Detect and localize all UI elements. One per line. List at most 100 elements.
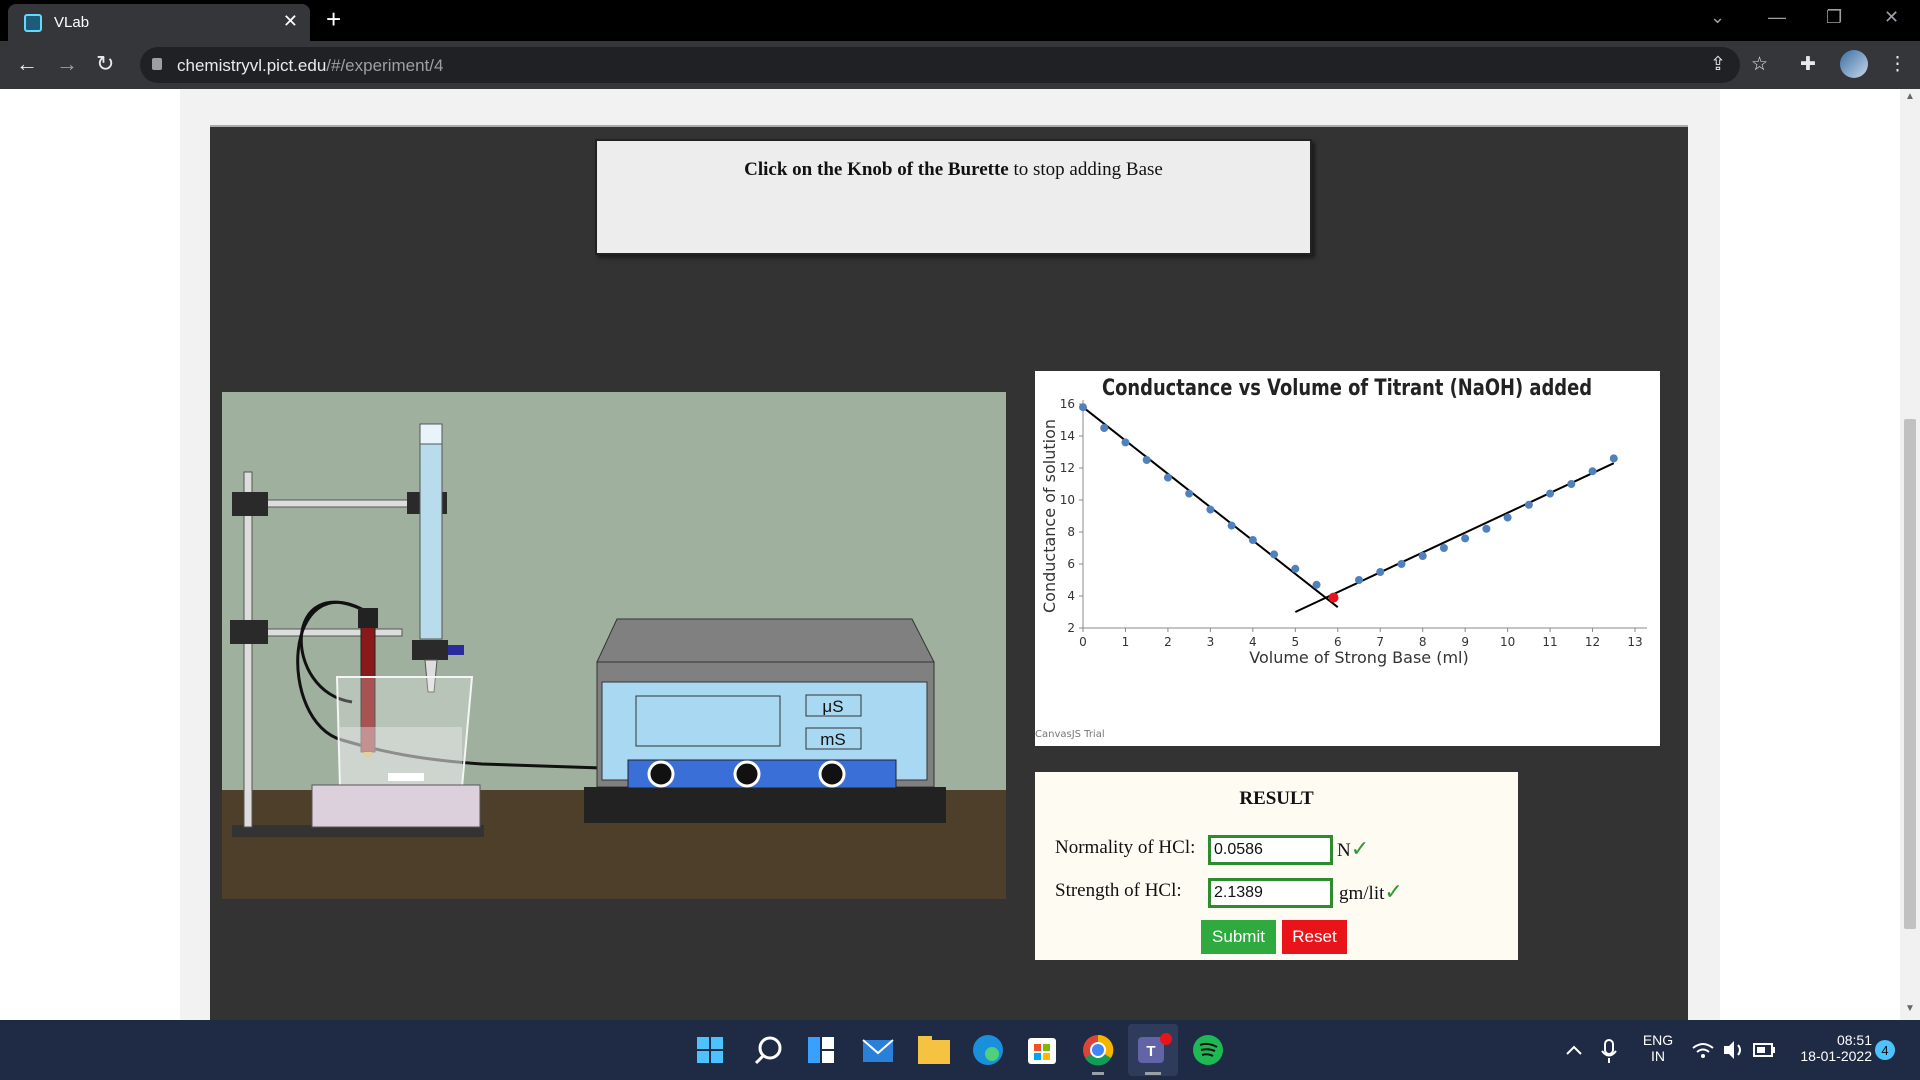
forward-icon[interactable]: →: [56, 51, 78, 77]
y-tick-label: 16: [1060, 397, 1075, 411]
stirrer-bar: [388, 773, 424, 781]
window-close-icon[interactable]: ✕: [1884, 7, 1899, 28]
data-point: [1588, 467, 1597, 476]
lock-icon: [152, 58, 162, 70]
burette-knob[interactable]: [412, 640, 448, 660]
strength-input[interactable]: [1208, 878, 1333, 908]
x-tick-label: 3: [1207, 635, 1215, 649]
data-point: [1418, 552, 1427, 560]
scroll-down-icon[interactable]: ▼: [1905, 1003, 1915, 1014]
meter-knob-2[interactable]: [733, 760, 761, 788]
edge-icon[interactable]: [973, 1035, 1003, 1065]
lang-bottom: IN: [1651, 1048, 1665, 1064]
spotify-icon[interactable]: [1193, 1035, 1223, 1065]
close-tab-icon[interactable]: ✕: [283, 11, 298, 32]
data-point: [1100, 424, 1109, 432]
start-icon[interactable]: [697, 1037, 723, 1063]
extensions-icon[interactable]: ✚: [1800, 53, 1816, 76]
vertical-scrollbar[interactable]: ▲ ▼: [1900, 89, 1920, 1020]
browser-tab[interactable]: VLab ✕: [8, 4, 310, 41]
x-tick-label: 2: [1164, 635, 1172, 649]
store-icon[interactable]: [1028, 1038, 1056, 1064]
y-tick-label: 6: [1067, 557, 1075, 571]
bookmark-star-icon[interactable]: ☆: [1751, 53, 1768, 76]
scroll-thumb[interactable]: [1904, 419, 1916, 929]
teams-icon[interactable]: T: [1128, 1024, 1178, 1076]
wifi-icon[interactable]: [1692, 1043, 1714, 1058]
profile-avatar[interactable]: [1840, 50, 1868, 78]
battery-icon[interactable]: [1753, 1043, 1775, 1057]
strength-unit: gm/lit✓: [1339, 880, 1403, 905]
page-container: Click on the Knob of the Burette to stop…: [180, 89, 1720, 1020]
data-point: [1079, 403, 1087, 412]
microphone-icon[interactable]: [1601, 1039, 1617, 1063]
mail-icon[interactable]: [862, 1039, 894, 1062]
data-point: [1270, 550, 1279, 559]
y-tick-label: 12: [1060, 461, 1075, 475]
y-tick-label: 2: [1067, 621, 1075, 635]
minimize-icon[interactable]: —: [1768, 7, 1786, 28]
data-point: [1163, 473, 1172, 482]
data-point: [1397, 560, 1406, 568]
electrode-cap: [358, 608, 378, 628]
chrome-icon[interactable]: [1083, 1034, 1114, 1075]
search-icon[interactable]: [754, 1036, 782, 1065]
apparatus-scene: μS mS: [222, 392, 1006, 899]
x-tick-label: 13: [1627, 635, 1642, 649]
instruction-text: to stop adding Base: [1008, 159, 1163, 180]
tab-strip: VLab ✕ + ⌄ — ❐ ✕: [0, 0, 1920, 41]
x-tick-label: 8: [1419, 635, 1427, 649]
new-tab-icon[interactable]: +: [326, 4, 341, 35]
data-point: [1482, 524, 1491, 533]
x-tick-label: 1: [1122, 635, 1130, 649]
ms-label: mS: [820, 730, 846, 749]
instruction-bold: Click on the Knob of the Burette: [744, 159, 1009, 180]
submit-button[interactable]: Submit: [1201, 920, 1276, 954]
burette[interactable]: [419, 423, 443, 640]
react-favicon-icon: [24, 14, 42, 32]
normality-label: Normality of HCl:: [1055, 837, 1196, 858]
y-tick-label: 8: [1067, 525, 1075, 539]
notification-count: 4: [1881, 1043, 1888, 1058]
data-point: [1142, 456, 1151, 464]
address-bar[interactable]: chemistryvl.pict.edu/#/experiment/4: [140, 47, 1740, 83]
x-tick-label: 10: [1500, 635, 1515, 649]
experiment-frame: Click on the Knob of the Burette to stop…: [210, 125, 1688, 1020]
scroll-up-icon[interactable]: ▲: [1905, 91, 1915, 102]
restore-icon[interactable]: ❐: [1826, 7, 1842, 28]
upper-clamp: [232, 492, 268, 516]
chart-panel: Conductance vs Volume of Titrant (NaOH) …: [1035, 371, 1660, 746]
menu-icon[interactable]: ⋮: [1888, 53, 1907, 76]
data-point: [1355, 576, 1363, 584]
x-tick-label: 12: [1585, 635, 1600, 649]
volume-icon[interactable]: [1724, 1041, 1741, 1059]
data-point: [1291, 564, 1300, 573]
meter-knob-1[interactable]: [647, 760, 675, 788]
meter-top: [596, 618, 935, 663]
y-tick-label: 14: [1060, 429, 1075, 443]
tab-search-icon[interactable]: ⌄: [1710, 7, 1725, 28]
data-point: [1376, 568, 1385, 576]
reset-button[interactable]: Reset: [1282, 920, 1347, 954]
reload-icon[interactable]: ↻: [96, 51, 114, 77]
tab-title: VLab: [54, 14, 90, 31]
clock-date: 18-01-2022: [1800, 1048, 1872, 1064]
clock[interactable]: 08:51 18-01-2022: [1786, 1032, 1872, 1064]
us-label: μS: [822, 697, 843, 716]
normality-input[interactable]: [1208, 835, 1333, 865]
clock-time: 08:51: [1836, 1032, 1872, 1048]
widgets-icon[interactable]: [808, 1037, 834, 1063]
x-tick-label: 11: [1542, 635, 1557, 649]
back-icon[interactable]: ←: [16, 51, 38, 77]
knob-handle[interactable]: [448, 645, 464, 655]
meter-knob-3[interactable]: [818, 760, 846, 788]
check-icon: ✓: [1384, 880, 1403, 905]
y-tick-label: 10: [1060, 493, 1075, 507]
x-tick-label: 7: [1376, 635, 1384, 649]
file-explorer-icon[interactable]: [918, 1036, 950, 1064]
result-panel: RESULT Normality of HCl: N✓ Strength of …: [1035, 772, 1518, 960]
share-icon[interactable]: ⇪: [1710, 53, 1726, 76]
tray-chevron-icon[interactable]: [1566, 1045, 1582, 1055]
language-indicator[interactable]: ENG IN: [1640, 1032, 1676, 1064]
data-point: [1524, 500, 1533, 509]
